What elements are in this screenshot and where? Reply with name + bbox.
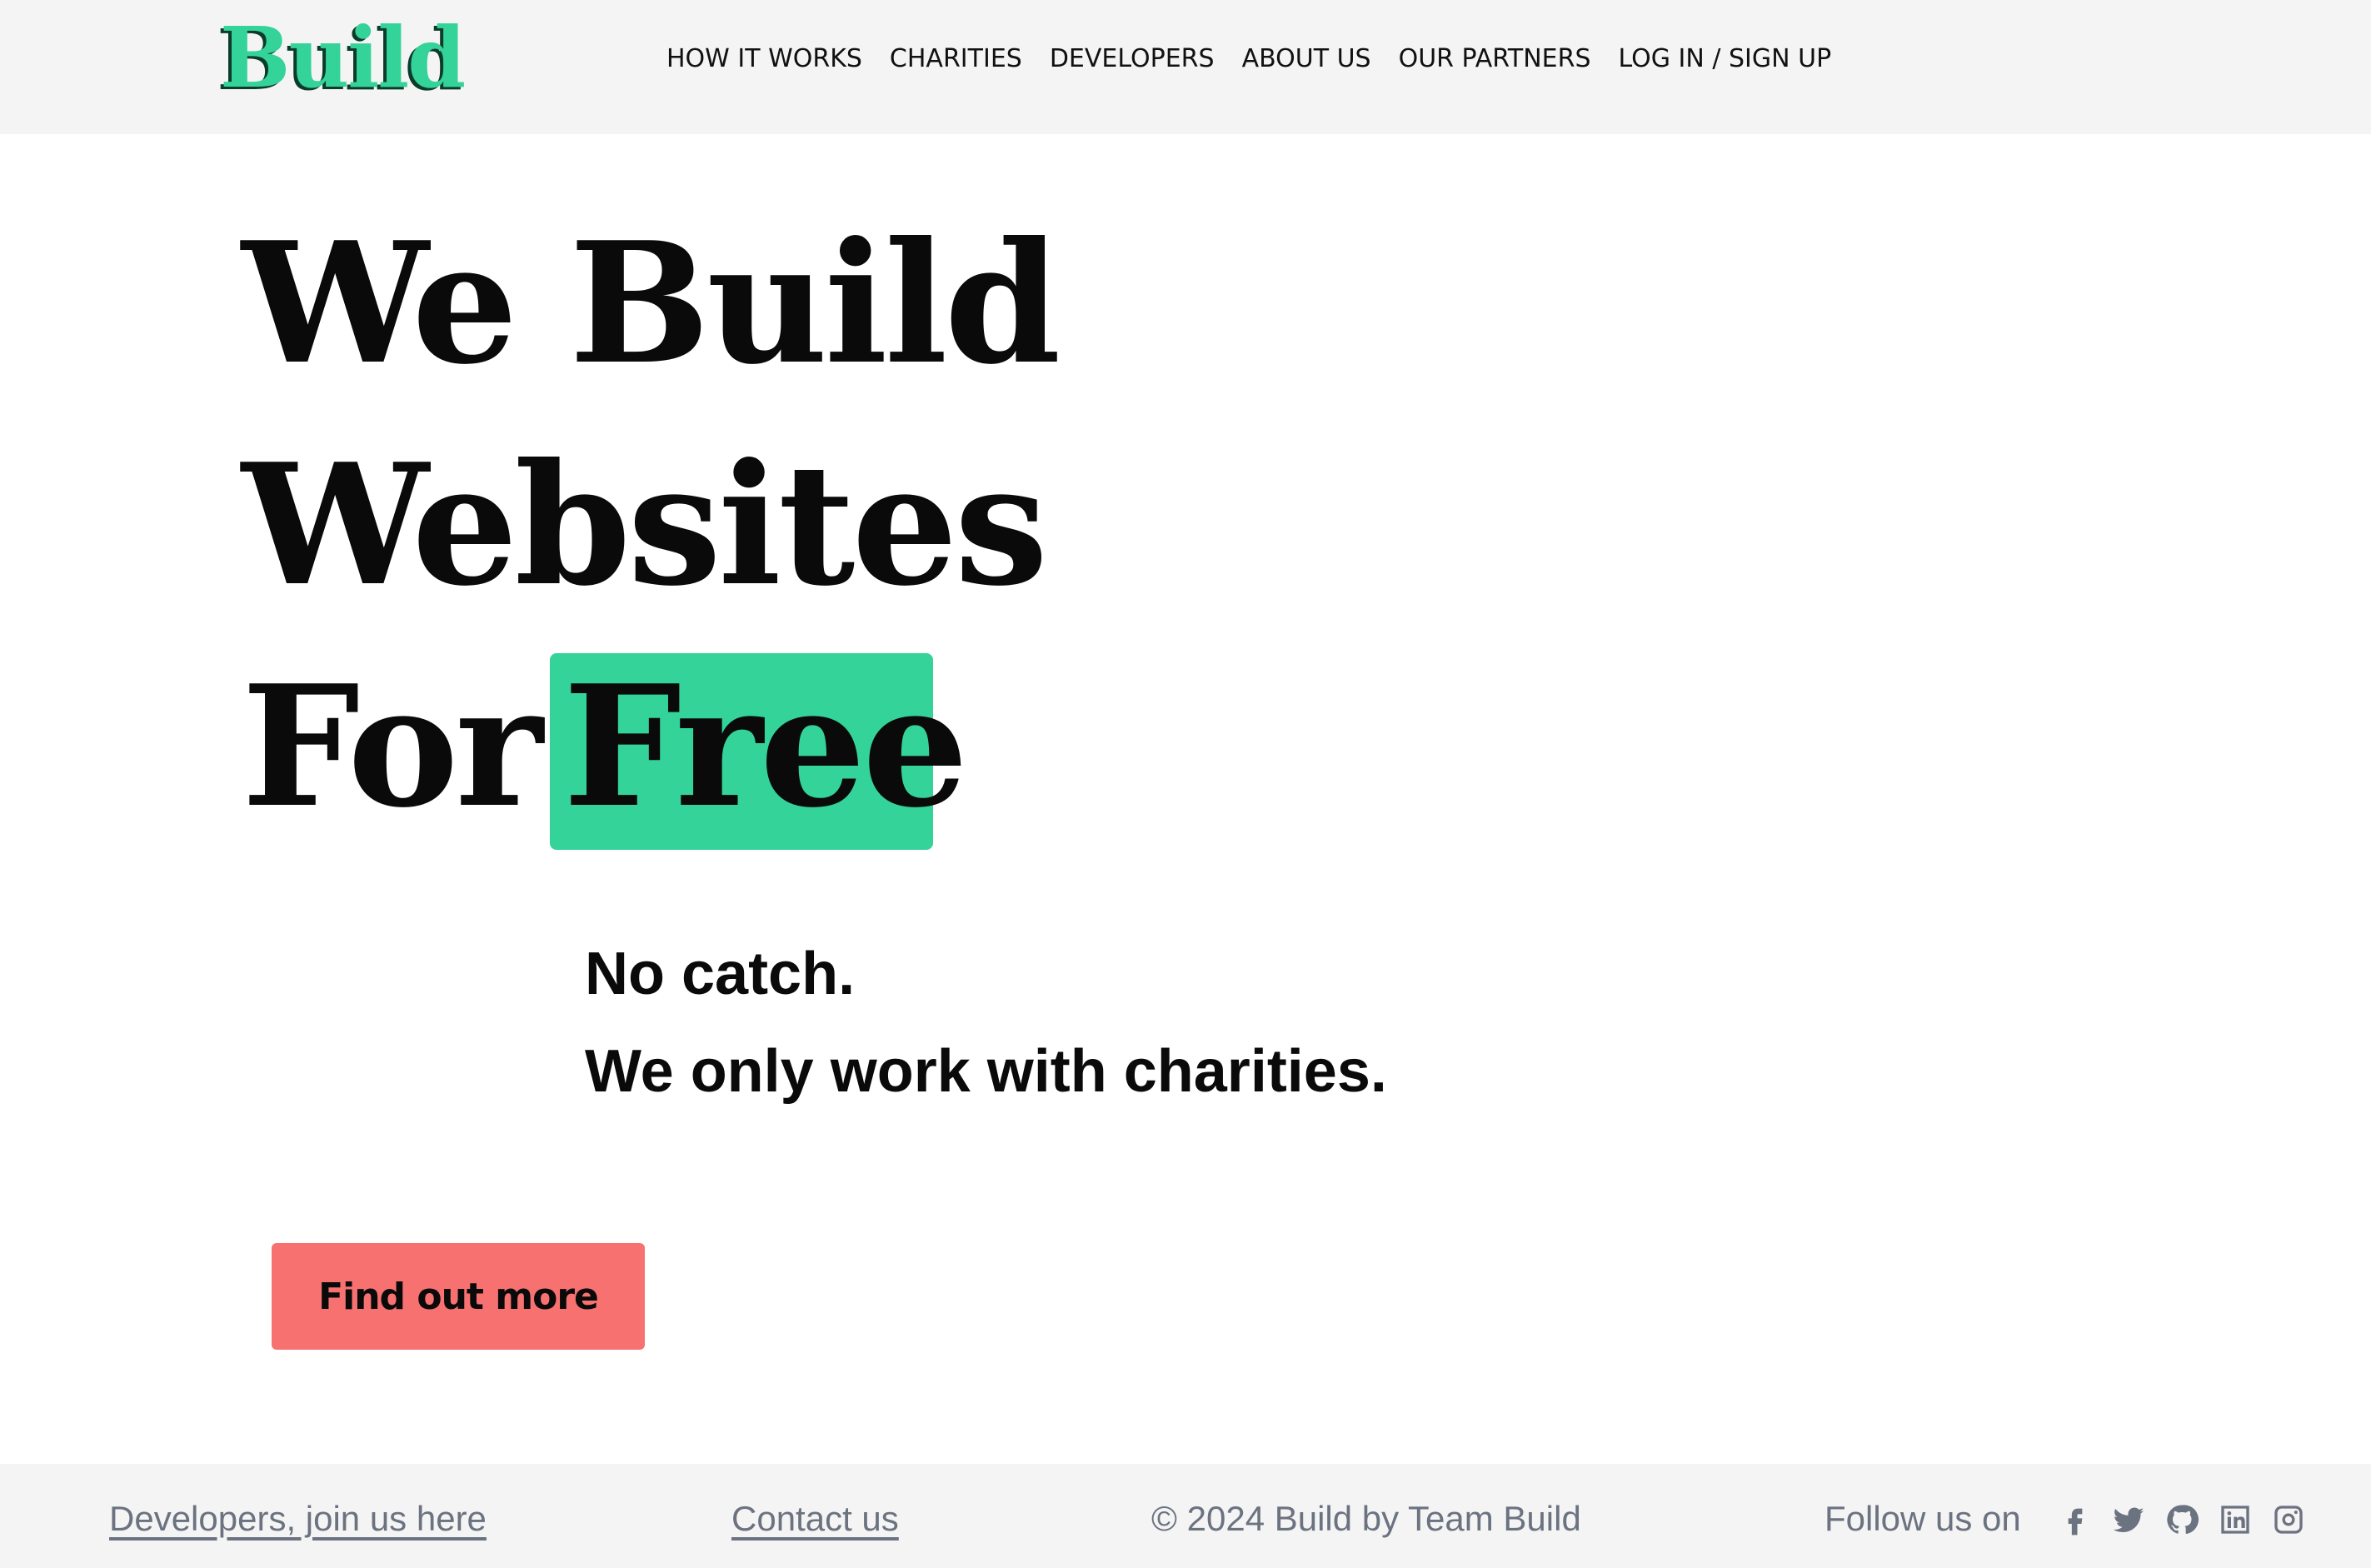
nav-about-us[interactable]: ABOUT US: [1242, 44, 1371, 73]
hero-title-highlight-word: Free: [563, 649, 968, 845]
find-out-more-button[interactable]: Find out more: [272, 1243, 645, 1350]
hero-subtitle-2: We only work with charities.: [585, 1038, 1387, 1105]
instagram-icon[interactable]: [2271, 1502, 2306, 1537]
site-header: Build HOW IT WORKS CHARITIES DEVELOPERS …: [0, 0, 2371, 134]
hero-title-line-2: Websites: [242, 427, 1048, 623]
github-icon[interactable]: [2164, 1502, 2199, 1537]
facebook-icon[interactable]: [2058, 1502, 2093, 1537]
social-links: [2058, 1502, 2324, 1537]
hero-title-line-3-prefix: For: [242, 649, 543, 845]
nav-our-partners[interactable]: OUR PARTNERS: [1399, 44, 1591, 73]
nav-charities[interactable]: CHARITIES: [890, 44, 1022, 73]
nav-how-it-works[interactable]: HOW IT WORKS: [666, 44, 862, 73]
linkedin-icon[interactable]: [2218, 1502, 2253, 1537]
nav-developers[interactable]: DEVELOPERS: [1050, 44, 1215, 73]
hero-subtitle-1: No catch.: [585, 941, 856, 1007]
hero-title-line-1: We Build: [242, 206, 1061, 402]
twitter-icon[interactable]: [2111, 1502, 2146, 1537]
nav-login-signup[interactable]: LOG IN / SIGN UP: [1619, 44, 1832, 73]
developers-join-link[interactable]: Developers, join us here: [109, 1497, 487, 1541]
contact-us-link[interactable]: Contact us: [731, 1497, 899, 1541]
follow-us-label: Follow us on: [1824, 1499, 2021, 1538]
logo[interactable]: Build: [220, 3, 466, 112]
copyright-text: © 2024 Build by Team Build: [1151, 1499, 1581, 1538]
main-nav: HOW IT WORKS CHARITIES DEVELOPERS ABOUT …: [666, 37, 1859, 79]
